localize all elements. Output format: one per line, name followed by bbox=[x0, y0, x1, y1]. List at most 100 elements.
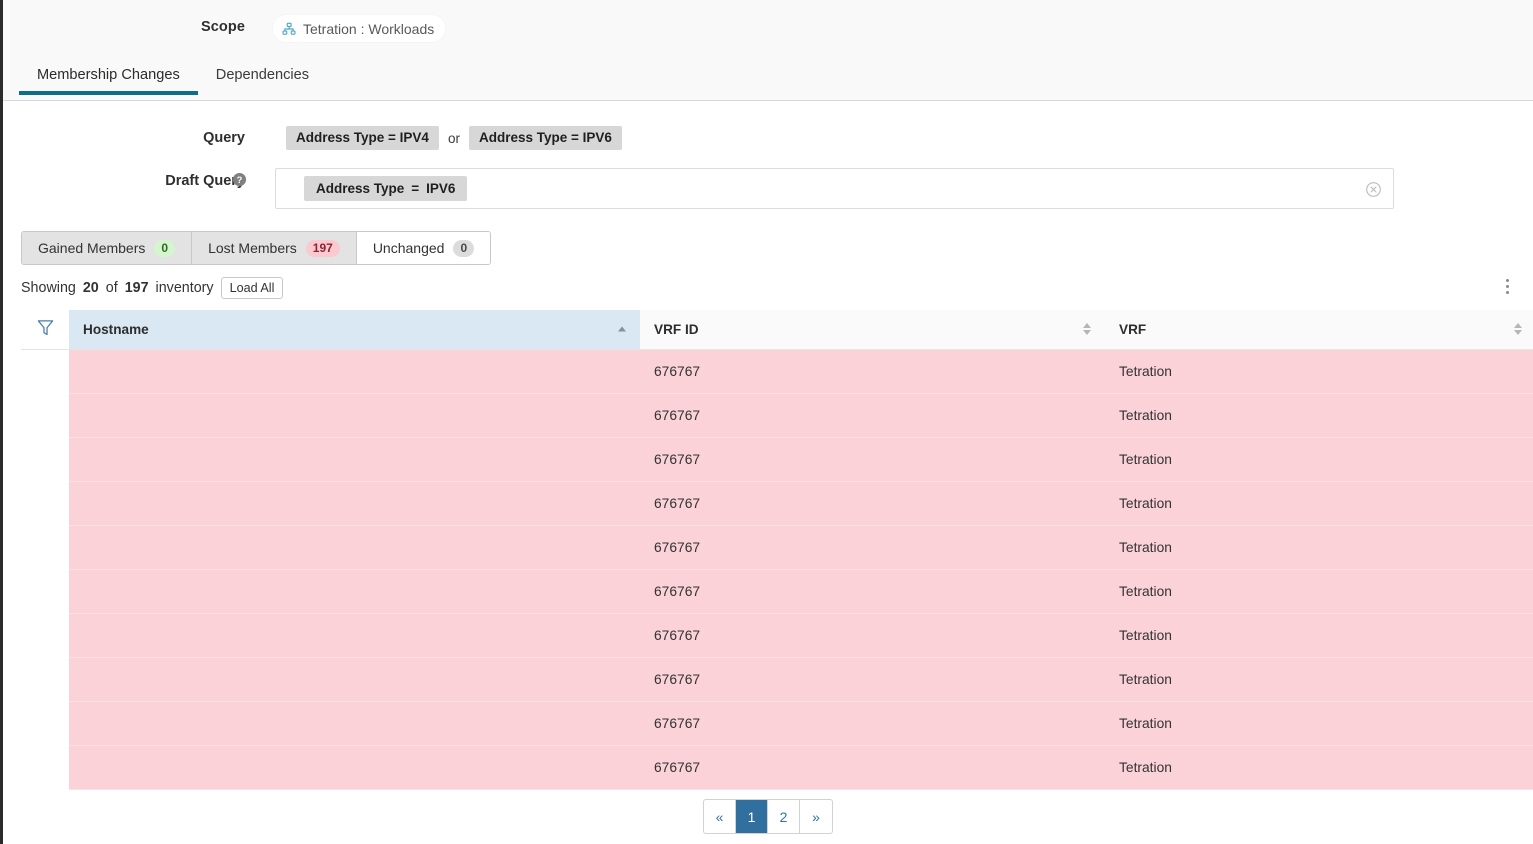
table-row[interactable]: 676767 Tetration bbox=[21, 481, 1533, 526]
column-header-vrf[interactable]: VRF bbox=[1105, 310, 1533, 350]
clear-circle-icon[interactable] bbox=[1365, 181, 1382, 198]
sort-none-icon bbox=[1514, 323, 1522, 336]
pagination-page-2[interactable]: 2 bbox=[768, 800, 800, 833]
table-header-row: Hostname VRF ID VRF bbox=[21, 310, 1533, 350]
kebab-menu-icon[interactable] bbox=[1499, 276, 1515, 296]
cell-hostname bbox=[69, 349, 640, 394]
tab-unchanged[interactable]: Unchanged 0 bbox=[356, 232, 491, 264]
table-body: 676767 Tetration 676767 Tetration 676767 Tetr… bbox=[21, 349, 1533, 790]
table-row[interactable]: 676767 Tetration bbox=[21, 701, 1533, 746]
table-row[interactable]: 676767 Tetration bbox=[21, 569, 1533, 614]
cell-vrf: Tetration bbox=[1105, 745, 1533, 790]
table-row[interactable]: 676767 Tetration bbox=[21, 437, 1533, 482]
draft-query-token[interactable]: Address Type = IPV6 bbox=[304, 176, 468, 201]
pagination-prev[interactable]: « bbox=[704, 800, 736, 833]
cell-vrf-id: 676767 bbox=[640, 481, 1105, 526]
filter-funnel-icon[interactable] bbox=[21, 310, 69, 350]
pagination: «1 2» bbox=[3, 799, 1533, 834]
cell-hostname bbox=[69, 481, 640, 526]
tab-unchanged-count: 0 bbox=[453, 239, 475, 257]
summary-middle: of bbox=[105, 280, 118, 296]
cell-hostname bbox=[69, 701, 640, 746]
pagination-next[interactable]: » bbox=[800, 800, 832, 833]
pagination-page-1[interactable]: 1 bbox=[736, 800, 768, 833]
sort-ascending-icon bbox=[618, 326, 626, 332]
row-gutter bbox=[21, 613, 69, 657]
table-row[interactable]: 676767 Tetration bbox=[21, 745, 1533, 790]
inventory-table: Hostname VRF ID VRF 676767 Tetration 676… bbox=[21, 310, 1533, 790]
cell-vrf: Tetration bbox=[1105, 525, 1533, 570]
column-header-vrf-id[interactable]: VRF ID bbox=[640, 310, 1105, 350]
tab-dependencies[interactable]: Dependencies bbox=[198, 58, 327, 94]
cell-hostname bbox=[69, 613, 640, 658]
help-circle-icon[interactable]: ? bbox=[232, 172, 247, 187]
cell-hostname bbox=[69, 437, 640, 482]
cell-vrf-id: 676767 bbox=[640, 745, 1105, 790]
summary-total-count: 197 bbox=[124, 280, 149, 296]
cell-vrf-id: 676767 bbox=[640, 393, 1105, 438]
column-label: VRF ID bbox=[654, 321, 699, 337]
draft-token-field: Address Type bbox=[316, 181, 405, 196]
query-token-ipv4[interactable]: Address Type = IPV4 bbox=[286, 126, 439, 150]
row-gutter bbox=[21, 349, 69, 393]
cell-hostname bbox=[69, 525, 640, 570]
row-gutter bbox=[21, 701, 69, 745]
page-root: Scope Tetration : Workloads Membership C… bbox=[0, 0, 1533, 844]
table-header: Hostname VRF ID VRF bbox=[21, 310, 1533, 350]
tab-unchanged-label: Unchanged bbox=[372, 240, 445, 256]
query-joiner: or bbox=[447, 130, 460, 146]
query-label: Query bbox=[203, 130, 245, 146]
table-row[interactable]: 676767 Tetration bbox=[21, 349, 1533, 394]
load-all-button[interactable]: Load All bbox=[220, 277, 284, 299]
scope-chip[interactable]: Tetration : Workloads bbox=[273, 15, 446, 42]
cell-hostname bbox=[69, 745, 640, 790]
kebab-dot bbox=[1505, 290, 1509, 294]
summary-suffix: inventory bbox=[155, 280, 214, 296]
summary-prefix: Showing bbox=[21, 280, 76, 296]
cell-vrf-id: 676767 bbox=[640, 437, 1105, 482]
tab-membership-changes[interactable]: Membership Changes bbox=[19, 58, 198, 95]
draft-query-label: Draft Query bbox=[165, 173, 245, 189]
sort-none-icon bbox=[1083, 323, 1091, 336]
summary-shown-count: 20 bbox=[82, 280, 99, 296]
row-gutter bbox=[21, 569, 69, 613]
results-summary: Showing 20 of 197 inventory Load All bbox=[21, 277, 284, 299]
draft-query-input[interactable]: Address Type = IPV6 bbox=[275, 168, 1394, 209]
scope-chip-label: Tetration : Workloads bbox=[303, 20, 435, 37]
row-gutter bbox=[21, 481, 69, 525]
tab-lost-label: Lost Members bbox=[208, 240, 297, 256]
tab-gained-members[interactable]: Gained Members 0 bbox=[22, 232, 193, 264]
cell-vrf-id: 676767 bbox=[640, 349, 1105, 394]
member-tab-group: Gained Members 0 Lost Members 197 Unchan… bbox=[21, 231, 492, 265]
scope-label: Scope bbox=[201, 19, 246, 35]
cell-vrf-id: 676767 bbox=[640, 613, 1105, 658]
tab-label: Membership Changes bbox=[37, 67, 180, 83]
row-gutter bbox=[21, 525, 69, 569]
draft-token-operator: = bbox=[411, 181, 420, 196]
table-row[interactable]: 676767 Tetration bbox=[21, 525, 1533, 570]
svg-text:?: ? bbox=[237, 175, 243, 185]
tab-gained-count: 0 bbox=[154, 239, 176, 257]
cell-hostname bbox=[69, 569, 640, 614]
query-token-ipv6[interactable]: Address Type = IPV6 bbox=[468, 126, 622, 150]
table-row[interactable]: 676767 Tetration bbox=[21, 613, 1533, 658]
cell-vrf: Tetration bbox=[1105, 349, 1533, 394]
table-row[interactable]: 676767 Tetration bbox=[21, 393, 1533, 438]
cell-vrf: Tetration bbox=[1105, 613, 1533, 658]
kebab-dot bbox=[1505, 278, 1509, 282]
column-header-hostname[interactable]: Hostname bbox=[69, 310, 640, 350]
column-label: VRF bbox=[1119, 321, 1147, 337]
main-tabs: Membership Changes Dependencies bbox=[3, 58, 1533, 101]
cell-vrf-id: 676767 bbox=[640, 525, 1105, 570]
cell-vrf-id: 676767 bbox=[640, 569, 1105, 614]
scope-bar: Scope Tetration : Workloads bbox=[3, 0, 1533, 58]
cell-hostname bbox=[69, 393, 640, 438]
pagination-list: «1 2» bbox=[703, 799, 833, 834]
tab-lost-members[interactable]: Lost Members 197 bbox=[192, 232, 357, 264]
tab-lost-count: 197 bbox=[305, 239, 340, 257]
table-row[interactable]: 676767 Tetration bbox=[21, 657, 1533, 702]
cell-vrf: Tetration bbox=[1105, 481, 1533, 526]
row-gutter bbox=[21, 437, 69, 481]
cell-hostname bbox=[69, 657, 640, 702]
kebab-dot bbox=[1505, 284, 1509, 288]
